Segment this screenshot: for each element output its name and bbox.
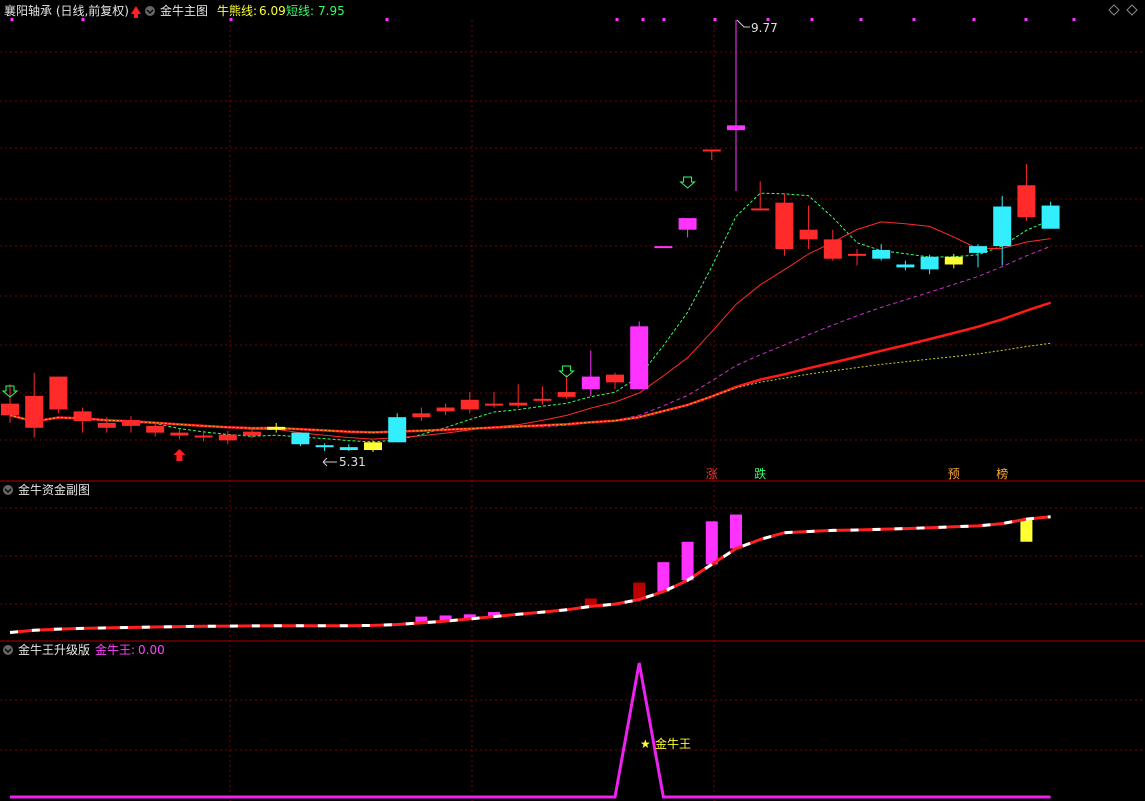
candle-body (872, 249, 891, 259)
candle-body (49, 376, 68, 410)
candle-body (339, 447, 358, 451)
candle-body (533, 398, 552, 401)
candle-body (1017, 185, 1036, 218)
candle-body (97, 422, 116, 428)
line2-value: 7.95 (318, 4, 345, 18)
top-dot (1024, 18, 1028, 21)
top-dot (912, 18, 916, 21)
candle-body (727, 125, 745, 131)
candle-body (1041, 205, 1060, 229)
candle-body (969, 246, 987, 253)
candle-body (122, 420, 140, 426)
candle-body (823, 239, 842, 259)
sub1-bar (730, 514, 742, 549)
top-dot (229, 18, 233, 21)
candle-body (630, 326, 649, 390)
sub1-bar (1020, 519, 1033, 542)
top-dot (810, 18, 814, 21)
sub1-bar (657, 562, 670, 592)
candle-body (678, 218, 697, 230)
candle-body (944, 256, 963, 265)
candle-body (388, 417, 407, 443)
candle-body (702, 149, 721, 152)
candle-body (775, 202, 794, 250)
stock-chart[interactable]: 襄阳轴承 (日线,前复权) 金牛主图 牛熊线: 6.09 短线: 7.95 涨 跌… (0, 0, 1145, 801)
candle-body (218, 434, 237, 441)
candle-body (799, 229, 818, 240)
candle-body (920, 256, 939, 270)
candle-body (848, 253, 866, 256)
sub1-title[interactable]: 金牛资金副图 (18, 482, 90, 497)
chevron-down-icon-sub1[interactable] (3, 485, 13, 495)
candle-body (557, 392, 576, 397)
event-tag: 涨 (706, 466, 718, 481)
candle-body (364, 442, 382, 451)
candle-body (315, 445, 334, 448)
candle-body (291, 432, 310, 445)
top-dot (1072, 18, 1076, 21)
indicator-main-name[interactable]: 金牛主图 (160, 3, 208, 18)
line2-label: 短线: (286, 4, 314, 18)
candle-body (896, 264, 915, 268)
event-tag: 预 (948, 467, 960, 481)
candle-body (436, 407, 455, 412)
top-dot (641, 18, 645, 21)
candle-body (146, 425, 165, 433)
top-dot (10, 18, 14, 21)
top-dot (81, 18, 85, 21)
candle-body (993, 206, 1012, 247)
top-dot (662, 18, 666, 21)
sub2-annotation: 金牛王 (655, 736, 691, 751)
candle-body (581, 376, 600, 390)
sub2-title[interactable]: 金牛王升级版 (18, 642, 90, 657)
high-price-label: 9.77 (751, 21, 778, 35)
sub2-value-label: 金牛王: (95, 642, 135, 657)
chevron-down-icon[interactable] (145, 6, 155, 16)
candle-body (460, 399, 479, 410)
candle-body (73, 411, 92, 422)
top-dot (615, 18, 619, 21)
chevron-down-icon-sub2[interactable] (3, 645, 13, 655)
line1-label: 牛熊线: (217, 3, 257, 18)
line1-value: 6.09 (259, 4, 286, 18)
candle-body (267, 426, 286, 430)
event-tag: 跌 (754, 466, 766, 481)
candle-body (194, 435, 213, 438)
candle-body (509, 402, 528, 406)
top-dot (859, 18, 863, 21)
stock-label: 襄阳轴承 (日线,前复权) (4, 3, 129, 18)
candle-body (606, 374, 624, 383)
sub1-bar (705, 521, 718, 565)
candle-body (243, 431, 261, 436)
sub2-value: 0.00 (138, 643, 165, 657)
candle-body (412, 413, 431, 418)
candle-body (654, 246, 673, 249)
top-dot (385, 18, 389, 21)
candle-body (485, 403, 503, 406)
low-price-label: 5.31 (339, 455, 366, 469)
top-dot (713, 18, 717, 21)
star-icon: ★ (640, 737, 651, 751)
candle-body (1, 403, 19, 416)
candle-body (751, 208, 770, 211)
sub1-bar (681, 541, 694, 581)
top-dot (972, 18, 976, 21)
event-tag: 榜 (996, 466, 1008, 481)
candle-body (25, 395, 44, 428)
candle-body (170, 432, 189, 436)
